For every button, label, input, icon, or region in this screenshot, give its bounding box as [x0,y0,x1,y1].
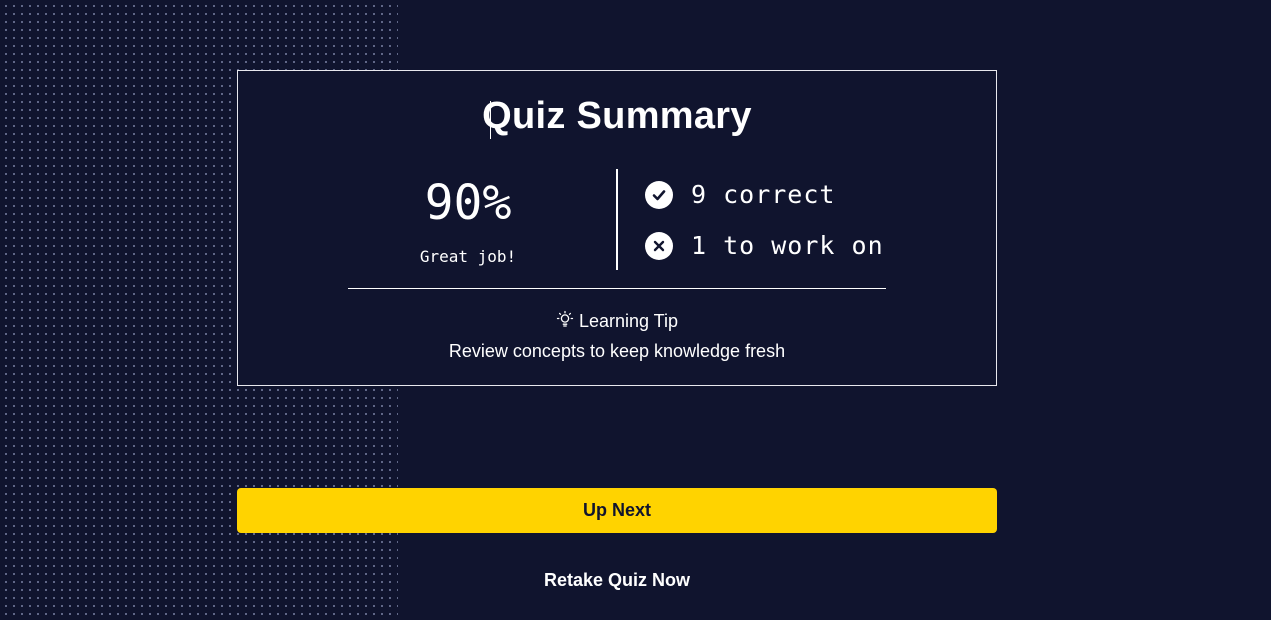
check-circle-icon [645,180,673,209]
score-percentage: 90% [424,175,512,231]
vertical-divider [616,169,618,270]
correct-count-text: 9 correct [691,180,836,209]
up-next-button[interactable]: Up Next [237,488,997,533]
quiz-summary-card: Quiz Summary 90% Great job! 9 correct 1 … [237,70,997,386]
wrong-count-text: 1 to work on [691,231,884,260]
wrong-count-row: 1 to work on [645,231,884,260]
page-title: Quiz Summary [482,95,752,137]
correct-count-row: 9 correct [645,180,835,209]
score-message: Great job! [419,247,517,266]
learning-tip-text: Review concepts to keep knowledge fresh [448,341,786,361]
horizontal-divider [348,288,886,289]
lightbulb-icon [556,310,574,333]
x-circle-icon [645,231,673,260]
retake-quiz-link[interactable]: Retake Quiz Now [237,570,997,591]
learning-tip-label: Learning Tip [578,311,679,331]
learning-tip-heading: Learning Tip [238,310,996,333]
